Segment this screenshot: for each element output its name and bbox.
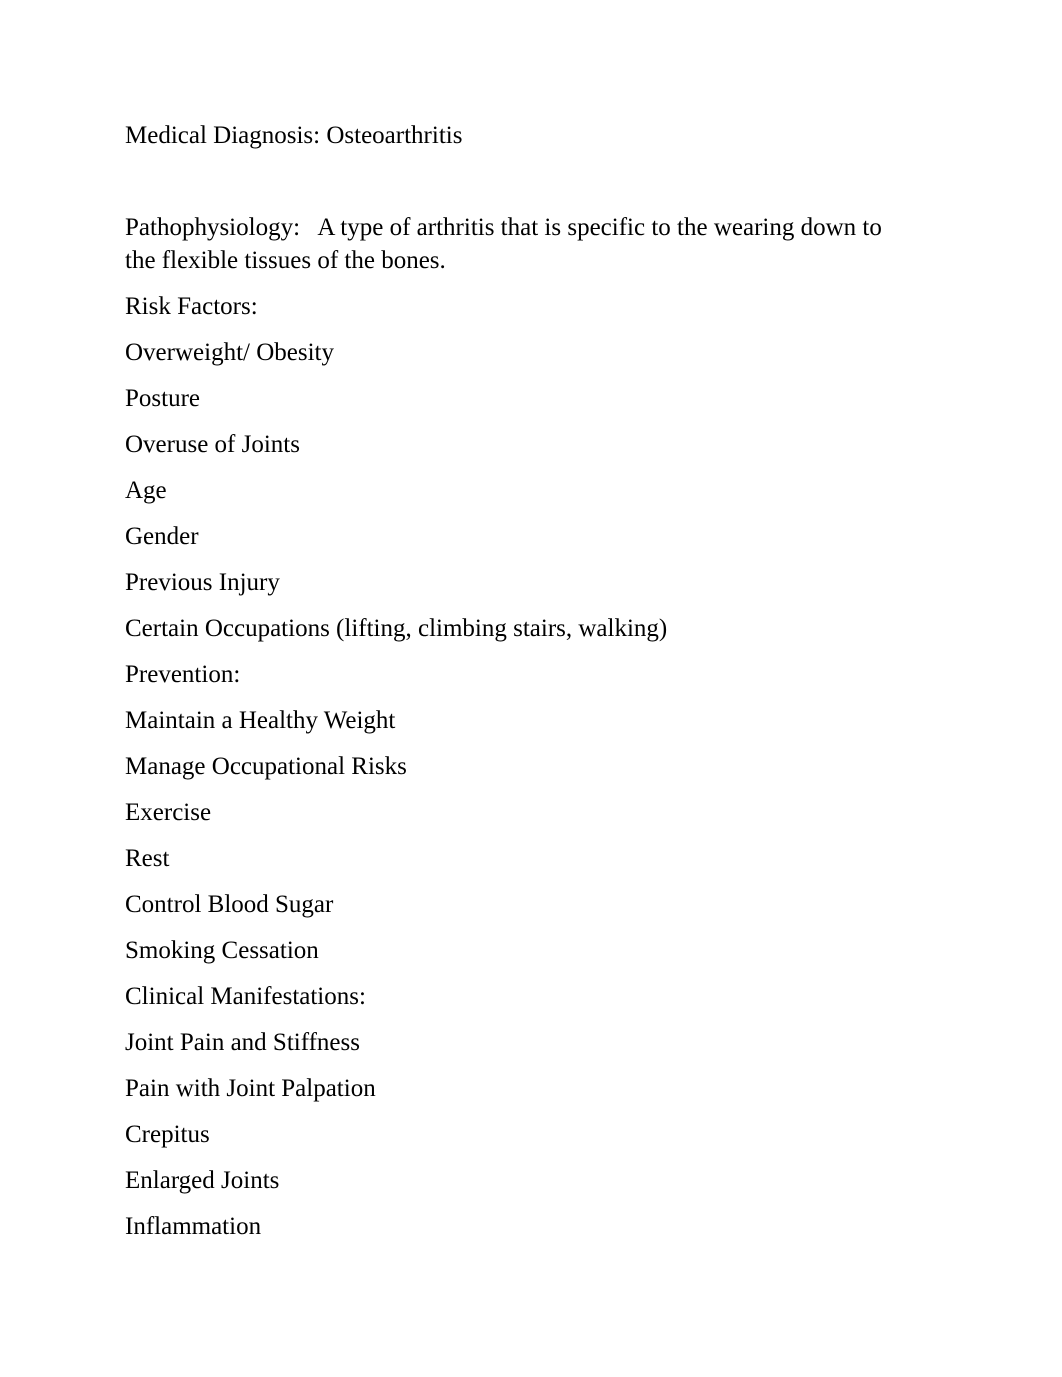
list-item: Rest	[125, 845, 170, 872]
section-heading-risk-factors: Risk Factors:	[125, 293, 258, 320]
list-item: Age	[125, 477, 167, 504]
document-page: Medical Diagnosis: Osteoarthritis Pathop…	[0, 0, 1062, 1377]
list-item: Posture	[125, 385, 200, 412]
list-item: Joint Pain and Stiffness	[125, 1029, 360, 1056]
list-item: Overuse of Joints	[125, 431, 300, 458]
list-item: Gender	[125, 523, 199, 550]
list-item: Pain with Joint Palpation	[125, 1075, 376, 1102]
list-item: Smoking Cessation	[125, 937, 319, 964]
page-title: Medical Diagnosis: Osteoarthritis	[125, 122, 463, 149]
list-item: Overweight/ Obesity	[125, 339, 334, 366]
empty-paragraph-spacer	[125, 165, 915, 198]
section-heading-prevention: Prevention:	[125, 661, 241, 688]
list-item: Inflammation	[125, 1213, 262, 1240]
list-item: Enlarged Joints	[125, 1167, 280, 1194]
list-item: Certain Occupations (lifting, climbing s…	[125, 615, 668, 642]
document-text-body: Medical Diagnosis: Osteoarthritis Pathop…	[125, 119, 915, 1256]
list-item: Maintain a Healthy Weight	[125, 707, 396, 734]
list-item: Previous Injury	[125, 569, 280, 596]
list-item: Control Blood Sugar	[125, 891, 334, 918]
list-item: Crepitus	[125, 1121, 210, 1148]
list-item: Exercise	[125, 799, 212, 826]
list-item: Manage Occupational Risks	[125, 753, 407, 780]
section-heading-clinical-manifestations: Clinical Manifestations:	[125, 983, 366, 1010]
pathophysiology-paragraph: Pathophysiology: A type of arthritis tha…	[125, 214, 889, 274]
